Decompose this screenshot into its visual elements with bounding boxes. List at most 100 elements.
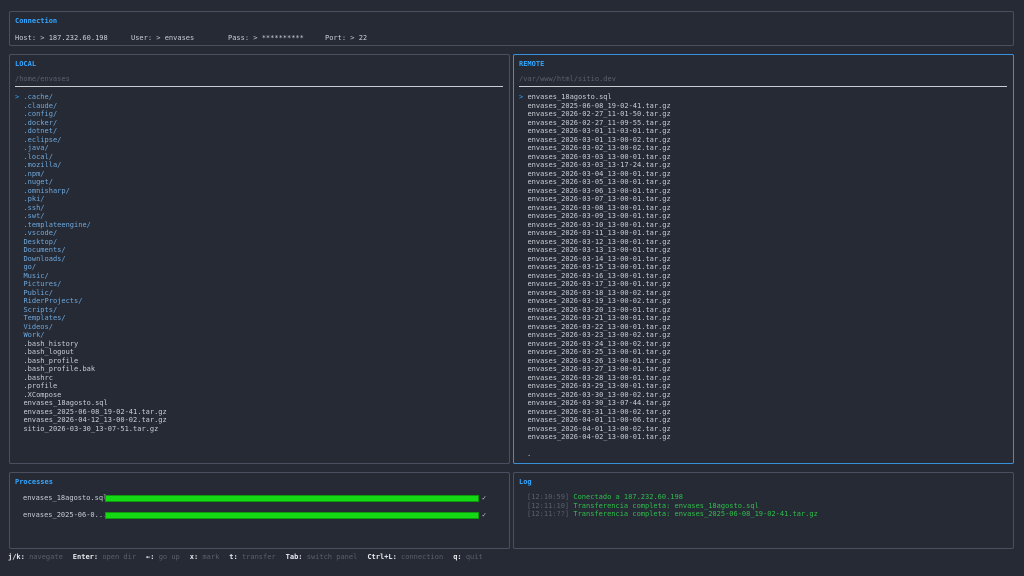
directory-item[interactable]: .eclipse/ xyxy=(15,136,503,145)
port-field[interactable]: Port: > 22 xyxy=(325,34,367,42)
file-item[interactable]: envases_2026-03-21_13-00-01.tar.gz xyxy=(519,314,1007,323)
directory-item[interactable]: Desktop/ xyxy=(15,238,503,247)
file-item[interactable]: envases_2026-03-30_13-07-44.tar.gz xyxy=(519,399,1007,408)
directory-item[interactable]: Documents/ xyxy=(15,246,503,255)
file-item[interactable]: envases_2025-06-08_19-02-41.tar.gz xyxy=(519,102,1007,111)
directory-item[interactable]: Pictures/ xyxy=(15,280,503,289)
file-item[interactable]: envases_2026-03-03_13-00-01.tar.gz xyxy=(519,153,1007,162)
file-item[interactable]: envases_2026-03-23_13-00-02.tar.gz xyxy=(519,331,1007,340)
processes-panel: Processes envases_18agosto.sql ✓ envases_2… xyxy=(9,472,510,549)
file-name: .XCompose xyxy=(23,390,62,399)
file-item[interactable]: envases_2026-03-06_13-00-01.tar.gz xyxy=(519,187,1007,196)
file-item[interactable]: .profile xyxy=(15,382,503,391)
file-item[interactable]: envases_2026-03-22_13-00-01.tar.gz xyxy=(519,323,1007,332)
directory-item[interactable]: .omnisharp/ xyxy=(15,187,503,196)
file-item[interactable]: envases_2026-03-31_13-00-02.tar.gz xyxy=(519,408,1007,417)
file-item[interactable]: envases_2026-03-12_13-00-01.tar.gz xyxy=(519,238,1007,247)
directory-item[interactable]: .pki/ xyxy=(15,195,503,204)
directory-item[interactable]: .mozilla/ xyxy=(15,161,503,170)
file-item[interactable]: envases_2026-03-20_13-00-01.tar.gz xyxy=(519,306,1007,315)
file-item[interactable]: envases_2026-04-01_13-00-02.tar.gz xyxy=(519,425,1007,434)
file-item[interactable]: envases_2026-03-29_13-00-01.tar.gz xyxy=(519,382,1007,391)
directory-item[interactable]: Downloads/ xyxy=(15,255,503,264)
file-item[interactable]: envases_2026-03-30_13-00-02.tar.gz xyxy=(519,391,1007,400)
directory-item[interactable]: Scripts/ xyxy=(15,306,503,315)
file-item[interactable]: envases_2026-03-26_13-00-01.tar.gz xyxy=(519,357,1007,366)
directory-item[interactable]: .docker/ xyxy=(15,119,503,128)
file-item[interactable]: envases_2026-03-04_13-00-01.tar.gz xyxy=(519,170,1007,179)
file-name: envases_2026-03-14_13-00-01.tar.gz xyxy=(527,254,671,263)
directory-item[interactable]: .vscode/ xyxy=(15,229,503,238)
file-name: .mozilla/ xyxy=(23,161,62,169)
file-item[interactable]: envases_2026-03-10_13-00-01.tar.gz xyxy=(519,221,1007,230)
directory-item[interactable]: .ssh/ xyxy=(15,204,503,213)
file-item[interactable]: envases_2026-04-01_11-00-06.tar.gz xyxy=(519,416,1007,425)
file-item[interactable]: envases_2026-03-18_13-00-02.tar.gz xyxy=(519,289,1007,298)
file-name: RiderProjects/ xyxy=(23,297,83,305)
file-item[interactable]: envases_2026-04-12_13-00-02.tar.gz xyxy=(15,416,503,425)
file-item[interactable]: envases_2026-03-17_13-00-01.tar.gz xyxy=(519,280,1007,289)
directory-item[interactable]: Videos/ xyxy=(15,323,503,332)
directory-item[interactable]: Public/ xyxy=(15,289,503,298)
file-item[interactable]: envases_2026-03-02_13-00-02.tar.gz xyxy=(519,144,1007,153)
file-item[interactable]: envases_2026-03-28_13-00-01.tar.gz xyxy=(519,374,1007,383)
file-item[interactable]: .bash_history xyxy=(15,340,503,349)
directory-item[interactable]: .dotnet/ xyxy=(15,127,503,136)
file-item[interactable]: envases_2026-03-08_13-00-01.tar.gz xyxy=(519,204,1007,213)
user-field[interactable]: User: > envases xyxy=(131,34,194,42)
directory-item[interactable]: > .cache/ xyxy=(15,93,503,102)
file-item[interactable]: envases_2026-03-03_13-17-24.tar.gz xyxy=(519,161,1007,170)
file-item[interactable]: envases_2026-03-27_13-00-01.tar.gz xyxy=(519,365,1007,374)
host-field[interactable]: Host: > 187.232.60.198 xyxy=(15,34,108,42)
file-item[interactable]: envases_2026-03-16_13-00-01.tar.gz xyxy=(519,272,1007,281)
file-item[interactable]: .bashrc xyxy=(15,374,503,383)
file-name: envases_2026-03-08_13-00-01.tar.gz xyxy=(527,203,671,212)
file-item[interactable]: envases_2026-03-01_11-03-01.tar.gz xyxy=(519,127,1007,136)
file-item[interactable]: envases_2026-03-09_13-00-01.tar.gz xyxy=(519,212,1007,221)
file-item[interactable]: envases_2025-06-08_19-02-41.tar.gz xyxy=(15,408,503,417)
file-item[interactable]: envases_18agosto.sql xyxy=(15,399,503,408)
file-item[interactable]: envases_2026-03-25_13-00-01.tar.gz xyxy=(519,348,1007,357)
directory-item[interactable]: Music/ xyxy=(15,272,503,281)
file-name: envases_2026-03-01_13-00-02.tar.gz xyxy=(527,135,671,144)
file-item[interactable]: .bash_profile.bak xyxy=(15,365,503,374)
file-item[interactable]: envases_2026-02-27_11-09-55.tar.gz xyxy=(519,119,1007,128)
directory-item[interactable]: .templateengine/ xyxy=(15,221,503,230)
file-name: envases_2026-03-10_13-00-01.tar.gz xyxy=(527,220,671,229)
file-item[interactable]: envases_2026-03-19_13-00-02.tar.gz xyxy=(519,297,1007,306)
file-item[interactable]: envases_2026-02-27_11-01-50.tar.gz xyxy=(519,110,1007,119)
file-item[interactable]: envases_2026-04-02_13-00-01.tar.gz xyxy=(519,433,1007,442)
local-panel[interactable]: LOCAL /home/envases > .cache/ .claude/ .… xyxy=(9,54,510,464)
file-item[interactable]: .bash_logout xyxy=(15,348,503,357)
directory-item[interactable]: .java/ xyxy=(15,144,503,153)
remote-file-list[interactable]: > envases_18agosto.sql envases_2025-06-0… xyxy=(519,93,1007,442)
file-item[interactable]: sitio_2026-03-30_13-07-51.tar.gz xyxy=(15,425,503,434)
file-item[interactable]: envases_2026-03-14_13-00-01.tar.gz xyxy=(519,255,1007,264)
file-name: envases_2026-03-24_13-00-02.tar.gz xyxy=(527,339,671,348)
directory-item[interactable]: RiderProjects/ xyxy=(15,297,503,306)
file-name: envases_2026-03-20_13-00-01.tar.gz xyxy=(527,305,671,314)
file-item[interactable]: envases_2026-03-24_13-00-02.tar.gz xyxy=(519,340,1007,349)
directory-item[interactable]: .npm/ xyxy=(15,170,503,179)
file-name: envases_2026-03-30_13-00-02.tar.gz xyxy=(527,390,671,399)
directory-item[interactable]: .nuget/ xyxy=(15,178,503,187)
file-item[interactable]: envases_2026-03-11_13-00-01.tar.gz xyxy=(519,229,1007,238)
file-item[interactable]: envases_2026-03-13_13-00-01.tar.gz xyxy=(519,246,1007,255)
directory-item[interactable]: .config/ xyxy=(15,110,503,119)
directory-item[interactable]: go/ xyxy=(15,263,503,272)
file-item[interactable]: envases_2026-03-07_13-00-01.tar.gz xyxy=(519,195,1007,204)
remote-panel[interactable]: REMOTE /var/www/html/sitio.dev > envases… xyxy=(513,54,1014,464)
directory-item[interactable]: Templates/ xyxy=(15,314,503,323)
file-item[interactable]: .XCompose xyxy=(15,391,503,400)
directory-item[interactable]: .claude/ xyxy=(15,102,503,111)
password-field[interactable]: Pass: > ********** xyxy=(228,34,304,42)
file-item[interactable]: envases_2026-03-15_13-00-01.tar.gz xyxy=(519,263,1007,272)
local-file-list[interactable]: > .cache/ .claude/ .config/ .docker/ .do… xyxy=(15,93,503,433)
file-item[interactable]: envases_2026-03-05_13-00-01.tar.gz xyxy=(519,178,1007,187)
file-item[interactable]: envases_2026-03-01_13-00-02.tar.gz xyxy=(519,136,1007,145)
file-item[interactable]: .bash_profile xyxy=(15,357,503,366)
directory-item[interactable]: .local/ xyxy=(15,153,503,162)
directory-item[interactable]: Work/ xyxy=(15,331,503,340)
file-item[interactable]: > envases_18agosto.sql xyxy=(519,93,1007,102)
directory-item[interactable]: .swt/ xyxy=(15,212,503,221)
